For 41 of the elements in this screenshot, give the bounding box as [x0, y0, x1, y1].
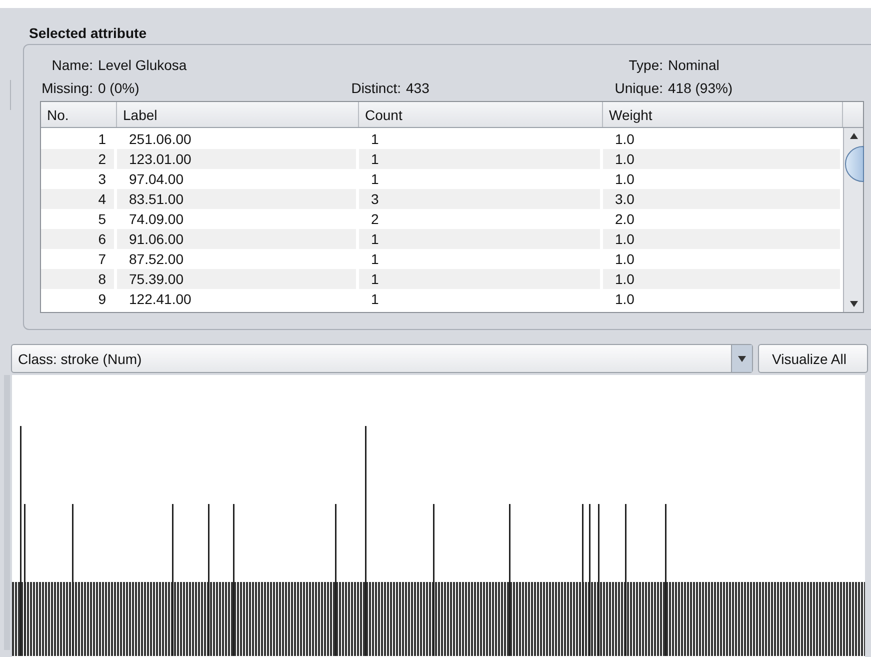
table-cell: 4 — [41, 189, 117, 209]
table-cell: 1 — [359, 149, 603, 169]
table-cell: 91.06.00 — [117, 229, 359, 249]
field-label: Missing: — [40, 80, 94, 98]
field-value: 0 (0%) — [98, 80, 140, 98]
table-cell: 1.0 — [603, 149, 843, 169]
table-cell: 1 — [359, 269, 603, 289]
field-label: Distinct: — [350, 80, 402, 98]
table-cell: 122.41.00 — [117, 289, 359, 309]
field-label: Name: — [50, 57, 94, 75]
class-dropdown[interactable]: Class: stroke (Num) — [11, 344, 753, 373]
scroll-down-icon[interactable] — [848, 300, 858, 308]
field-label: Type: — [628, 57, 664, 75]
column-header[interactable]: Count — [359, 102, 603, 127]
field-value: Level Glukosa — [98, 57, 188, 75]
table-cell: 83.51.00 — [117, 189, 359, 209]
table-cell: 8 — [41, 269, 117, 289]
table-cell: 2 — [41, 149, 117, 169]
table-cell: 3.0 — [603, 189, 843, 209]
section-title: Selected attribute — [28, 25, 148, 43]
dropdown-caret-icon — [737, 354, 747, 362]
scroll-thumb[interactable] — [845, 146, 864, 182]
field-value: 433 — [406, 80, 430, 98]
scroll-up-icon[interactable] — [848, 132, 858, 140]
scrollbar[interactable] — [843, 128, 863, 312]
table-cell: 1 — [359, 289, 603, 309]
table-cell: 123.01.00 — [117, 149, 359, 169]
table-cell: 9 — [41, 289, 117, 309]
column-header[interactable]: Weight — [603, 102, 843, 127]
column-header[interactable]: No. — [41, 102, 117, 127]
field-value: Nominal — [668, 57, 720, 75]
table-cell: 75.39.00 — [117, 269, 359, 289]
table-cell: 1.0 — [603, 269, 843, 289]
field-value: 418 (93%) — [668, 80, 734, 98]
table-cell: 1 — [359, 229, 603, 249]
visualize-all-button[interactable]: Visualize All — [758, 344, 868, 373]
field-label: Unique: — [614, 80, 664, 98]
table-cell: 1.0 — [603, 229, 843, 249]
table-cell: 6 — [41, 229, 117, 249]
table-cell: 3 — [359, 189, 603, 209]
column-header[interactable]: Label — [117, 102, 359, 127]
